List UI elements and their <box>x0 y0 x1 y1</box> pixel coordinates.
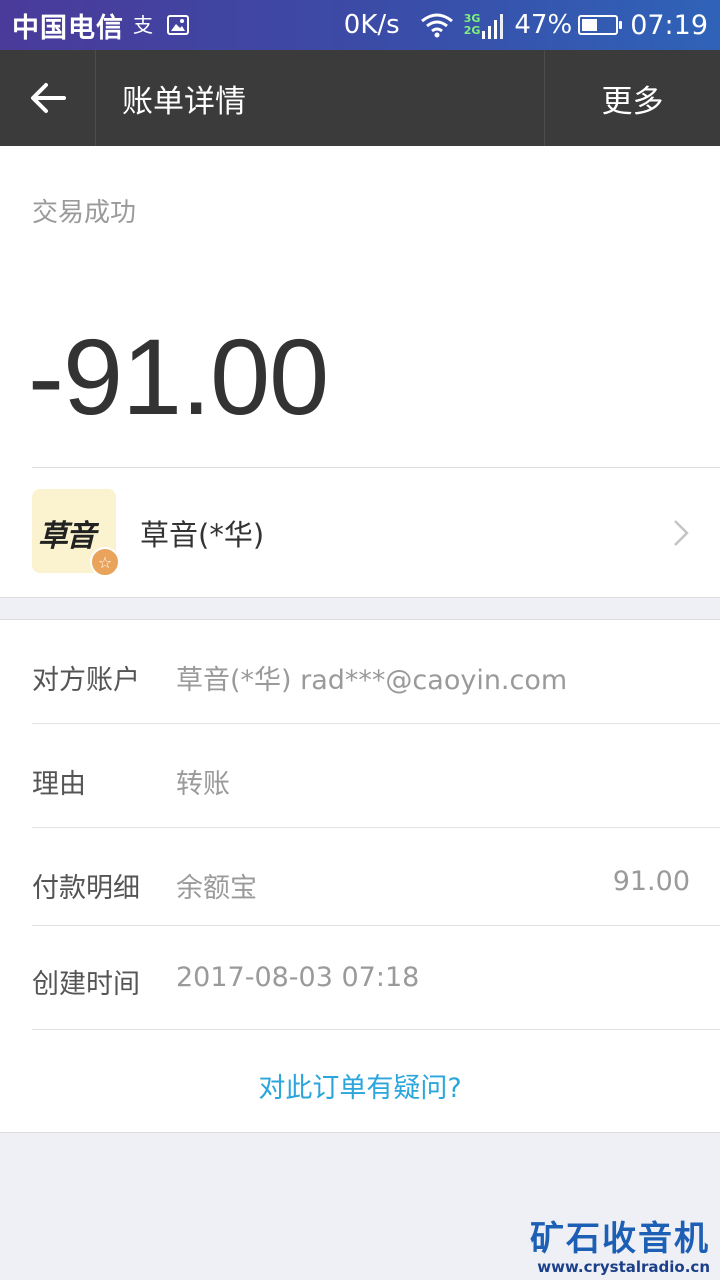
title-bar: 账单详情 更多 <box>0 50 720 146</box>
page-title: 账单详情 <box>122 83 246 120</box>
detail-label: 理由 <box>32 769 86 800</box>
merchant-logo: 草音 ☆ <box>32 489 120 577</box>
merchant-logo-text: 草音 <box>38 519 96 554</box>
status-bar: 中国电信 支 0K/s 3G 2G 47% 07:19 <box>0 0 720 50</box>
watermark: 矿石收音机 www.crystalradio.cn <box>530 1220 710 1276</box>
detail-amount: 91.00 <box>612 866 690 897</box>
detail-value: 余额宝 <box>176 873 257 904</box>
transaction-amount: -91.00 <box>28 316 329 437</box>
net-speed: 0K/s <box>343 10 400 40</box>
clock: 07:19 <box>630 9 708 41</box>
row-divider <box>32 925 720 926</box>
watermark-url: www.crystalradio.cn <box>537 1258 710 1276</box>
merchant-row[interactable]: 草音 ☆ 草音(*华) <box>0 468 720 597</box>
chevron-right-icon <box>674 520 689 546</box>
battery-icon <box>578 15 623 35</box>
watermark-title: 矿石收音机 <box>530 1219 710 1259</box>
alipay-icon: 支 <box>132 13 158 37</box>
back-button[interactable] <box>0 50 96 146</box>
battery-percent: 47% <box>514 10 573 40</box>
bill-details: 对方账户 草音(*华) rad***@caoyin.com 理由 转账 付款明细… <box>0 619 720 1133</box>
image-icon <box>166 13 190 37</box>
detail-value: 草音(*华) rad***@caoyin.com <box>176 665 568 696</box>
detail-value: 2017-08-03 07:18 <box>176 962 420 993</box>
order-question-link[interactable]: 对此订单有疑问? <box>0 1066 720 1105</box>
bill-summary: 交易成功 -91.00 草音 ☆ 草音(*华) <box>0 146 720 598</box>
row-divider <box>32 827 720 828</box>
detail-label: 付款明细 <box>32 873 140 904</box>
back-arrow-icon <box>30 83 66 113</box>
svg-text:支: 支 <box>133 13 153 37</box>
detail-value: 转账 <box>176 769 230 800</box>
transaction-status: 交易成功 <box>32 198 137 228</box>
carrier-label: 中国电信 <box>12 12 124 44</box>
detail-label: 创建时间 <box>32 969 140 1000</box>
detail-label: 对方账户 <box>32 665 140 696</box>
row-divider <box>32 1029 720 1030</box>
merchant-name: 草音(*华) <box>140 518 265 552</box>
row-divider <box>32 723 720 724</box>
wifi-icon <box>420 12 454 38</box>
star-badge-icon: ☆ <box>90 547 120 577</box>
signal-icon: 3G 2G <box>464 11 505 39</box>
net-gen-bottom: 2G <box>463 24 481 37</box>
more-button[interactable]: 更多 <box>544 50 720 146</box>
